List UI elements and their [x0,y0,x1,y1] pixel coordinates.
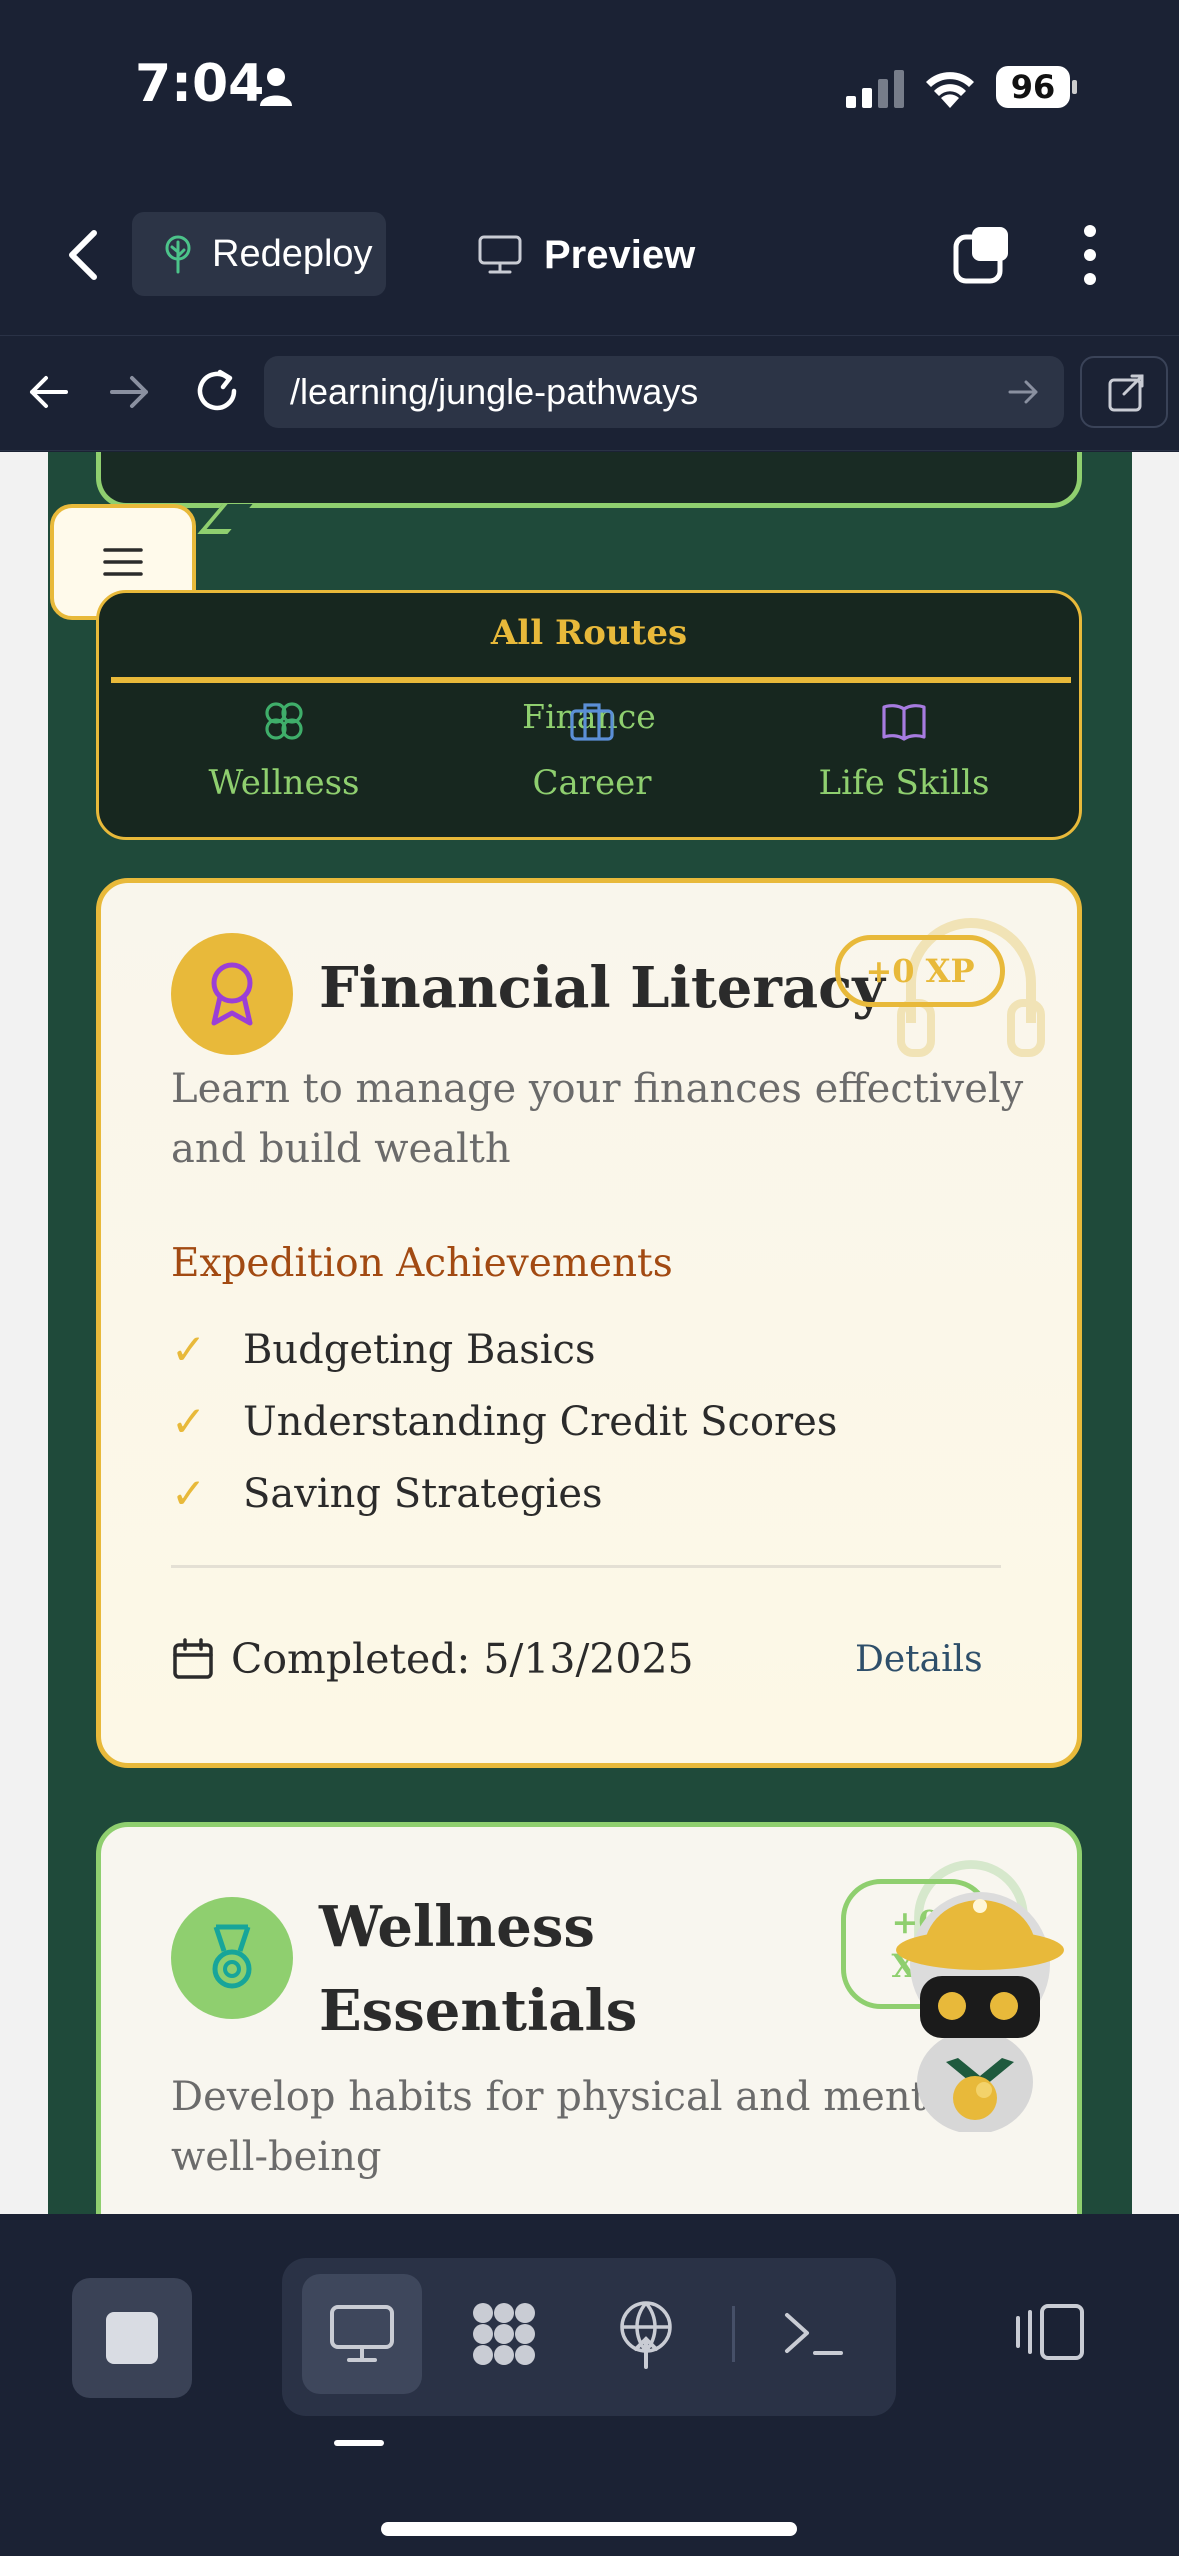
tree-icon [165,235,191,274]
achievements-title: Expedition Achievements [171,1241,673,1286]
network-dots-icon [473,2303,535,2365]
terminal-icon [785,2313,843,2355]
side-panel-button[interactable] [1000,2282,1100,2382]
hamburger-icon [103,548,143,576]
tab-life-skills[interactable]: Life Skills [779,697,1029,827]
speech-bubble [96,452,1082,508]
deploy-tool-button[interactable] [586,2274,706,2394]
achievement-item: ✓ Saving Strategies [171,1469,603,1518]
url-input[interactable]: /learning/jungle-pathways [264,356,1064,428]
url-text: /learning/jungle-pathways [290,371,699,412]
book-icon [882,704,926,741]
globe-upload-icon [620,2301,672,2369]
battery-level: 96 [996,66,1070,108]
agents-tool-button[interactable] [444,2274,564,2394]
reload-icon[interactable] [192,366,242,416]
pathway-card-financial-literacy[interactable]: Financial Literacy +0 XP Learn to manage… [96,878,1082,1768]
more-vertical-icon[interactable] [1072,223,1108,287]
battery-indicator: 96 [996,66,1077,108]
details-link[interactable]: Details [855,1639,983,1680]
xp-badge: +0 XP [835,935,1005,1007]
battery-nub [1072,80,1077,94]
tab-life-skills-label: Life Skills [818,763,990,803]
external-link-icon [1108,374,1144,412]
award-ribbon-icon [211,962,253,1026]
tab-wellness-label: Wellness [208,763,360,803]
back-chevron-icon[interactable] [60,227,108,283]
tool-separator [732,2306,735,2362]
card-description: Learn to manage your finances effectivel… [171,1066,1024,1172]
go-arrow-icon[interactable] [1006,374,1042,410]
tab-all-routes[interactable]: All Routes [99,613,1079,653]
preview-tool-button[interactable] [302,2274,422,2394]
card-title: Wellness Essentials [319,1885,637,2053]
stop-button[interactable] [72,2278,192,2398]
tab-career-label: Career [532,763,652,803]
status-bar: 7:04 96 [0,0,1179,175]
checkmark-icon: ✓ [171,1469,207,1518]
browser-bar: /learning/jungle-pathways [0,335,1179,451]
card-title: Financial Literacy [319,955,885,1021]
redeploy-label: Redeploy [212,232,373,275]
monitor-icon [478,235,522,274]
checkmark-icon: ✓ [171,1325,207,1374]
medal-icon [212,1924,252,1989]
home-indicator[interactable] [381,2522,797,2536]
tab-career[interactable]: Career [467,697,717,827]
arrow-left-icon[interactable] [26,370,70,414]
redeploy-button[interactable]: Redeploy [132,212,386,296]
preview-button[interactable]: Preview [478,215,695,295]
checkmark-icon: ✓ [171,1397,207,1446]
completed-label: Completed: 5/13/2025 [231,1635,694,1683]
achievement-label: Budgeting Basics [243,1326,596,1373]
tab-wellness[interactable]: Wellness [159,697,409,827]
cellular-signal-icon [846,70,904,108]
stop-icon [106,2312,158,2364]
tabs-icon[interactable] [952,225,1012,285]
wifi-icon [926,72,974,108]
side-panel-icon [1016,2304,1084,2360]
achievement-label: Understanding Credit Scores [243,1398,838,1445]
person-icon [260,68,292,106]
robot-mascot-icon[interactable] [880,1872,1080,2132]
status-time: 7:04 [135,54,265,114]
card-title-line: Essentials [319,1978,638,2044]
achievement-item: ✓ Understanding Credit Scores [171,1397,837,1446]
terminal-tool-button[interactable] [754,2274,874,2394]
card-divider [171,1565,1001,1568]
briefcase-icon [570,703,614,741]
routes-filter: All Routes Wellness Finance Career Life … [96,590,1082,840]
card-title-line: Wellness [319,1894,595,1960]
completed-date: Completed: 5/13/2025 [171,1635,694,1683]
clover-icon [265,702,303,740]
arrow-right-icon[interactable] [108,370,152,414]
calendar-icon [173,1638,213,1679]
preview-label: Preview [544,232,696,277]
medal-badge [171,1897,293,2019]
achievement-label: Saving Strategies [243,1470,603,1517]
achievement-item: ✓ Budgeting Basics [171,1325,595,1374]
active-tab-underline [111,677,1071,683]
award-badge [171,933,293,1055]
open-external-button[interactable] [1080,356,1168,428]
web-viewport: All Routes Wellness Finance Career Life … [0,452,1179,2214]
app-bar: Redeploy Preview [0,175,1179,335]
monitor-icon [330,2305,394,2362]
bottom-toolbar [0,2214,1179,2556]
active-tool-indicator [334,2440,384,2446]
tool-group [282,2258,896,2416]
